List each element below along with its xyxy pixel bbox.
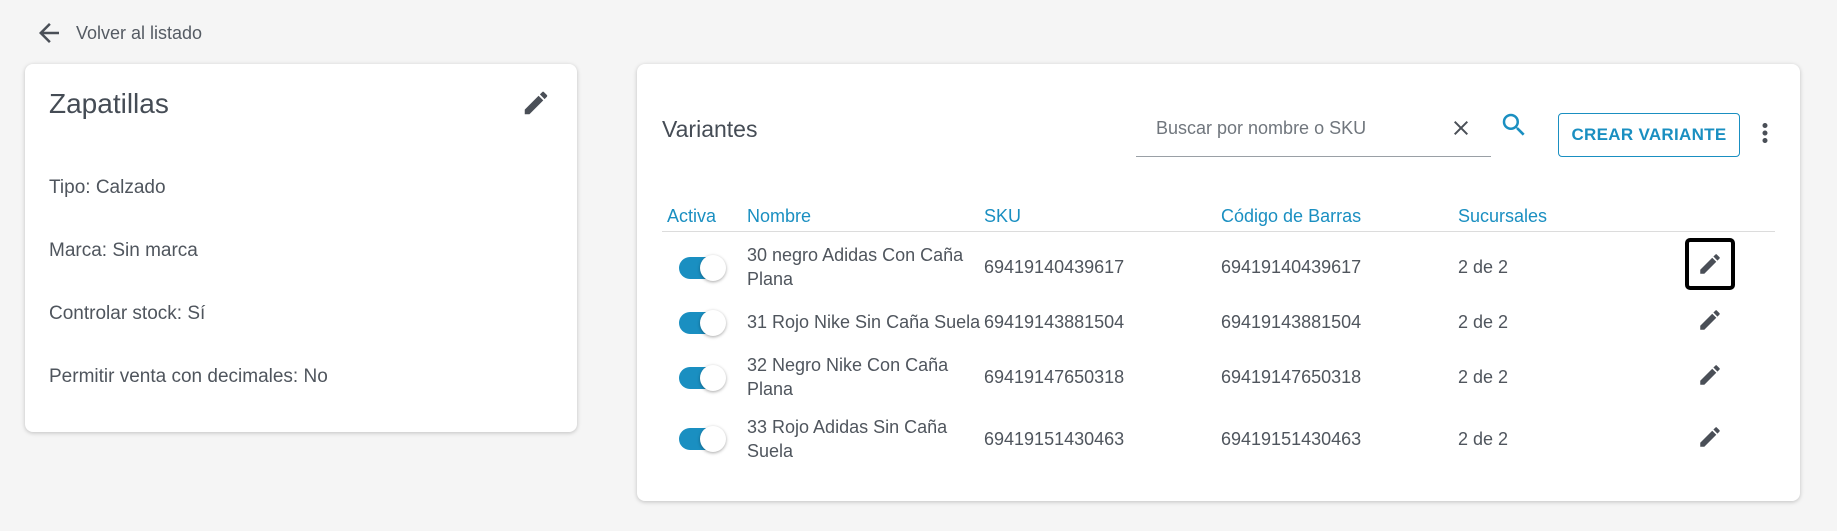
column-header-name[interactable]: Nombre — [747, 206, 811, 227]
product-decimal-sale: Permitir venta con decimales: No — [49, 366, 328, 387]
edit-product-button[interactable] — [521, 88, 551, 118]
variant-sku: 69419147650318 — [984, 367, 1125, 387]
search-button[interactable] — [1499, 110, 1529, 140]
back-to-list-link[interactable]: Volver al listado — [34, 18, 202, 48]
variant-name: 32 Negro Nike Con Caña Plana — [747, 355, 949, 399]
variant-barcode: 69419143881504 — [1221, 312, 1362, 332]
pencil-icon — [1700, 365, 1720, 385]
variants-card: Variantes CREAR VARIANTE Activa Nombre S… — [637, 64, 1800, 501]
pencil-icon — [1700, 427, 1720, 447]
variant-barcode: 69419140439617 — [1221, 257, 1362, 277]
table-header-divider — [662, 231, 1775, 232]
column-header-active[interactable]: Activa — [667, 206, 716, 227]
search-icon — [1502, 113, 1525, 136]
variant-name: 33 Rojo Adidas Sin Caña Suela — [747, 417, 948, 461]
edit-variant-button[interactable] — [1695, 360, 1725, 390]
pencil-icon — [1700, 254, 1720, 274]
search-input[interactable] — [1156, 115, 1436, 141]
variant-barcode: 69419151430463 — [1221, 429, 1362, 449]
clear-search-button[interactable] — [1449, 116, 1473, 140]
search-field — [1136, 105, 1491, 157]
variant-branches: 2 de 2 — [1458, 312, 1509, 332]
variant-barcode: 69419147650318 — [1221, 367, 1362, 387]
product-card: Zapatillas Tipo: Calzado Marca: Sin marc… — [25, 64, 577, 432]
product-stock-control: Controlar stock: Sí — [49, 303, 206, 324]
variant-branches: 2 de 2 — [1458, 257, 1509, 277]
more-vertical-icon — [1762, 123, 1768, 143]
more-options-button[interactable] — [1750, 118, 1780, 148]
product-brand: Marca: Sin marca — [49, 240, 198, 261]
column-header-barcode[interactable]: Código de Barras — [1221, 206, 1361, 227]
variant-sku: 69419151430463 — [984, 429, 1125, 449]
arrow-left-icon — [39, 23, 59, 43]
edit-variant-button[interactable] — [1695, 305, 1725, 335]
variants-title: Variantes — [662, 116, 758, 142]
close-icon — [1454, 121, 1468, 135]
column-header-sku[interactable]: SKU — [984, 206, 1021, 227]
variant-sku: 69419143881504 — [984, 312, 1125, 332]
create-variant-button[interactable]: CREAR VARIANTE — [1558, 113, 1740, 157]
variant-name: 31 Rojo Nike Sin Caña Suela — [747, 312, 981, 332]
active-toggle[interactable] — [679, 365, 726, 391]
active-toggle[interactable] — [679, 255, 726, 281]
variant-branches: 2 de 2 — [1458, 429, 1509, 449]
product-type: Tipo: Calzado — [49, 177, 166, 198]
active-toggle[interactable] — [679, 310, 726, 336]
pencil-icon — [1700, 310, 1720, 330]
variant-sku: 69419140439617 — [984, 257, 1125, 277]
active-toggle[interactable] — [679, 426, 726, 452]
column-header-branches[interactable]: Sucursales — [1458, 206, 1547, 227]
product-title: Zapatillas — [49, 88, 169, 119]
variant-branches: 2 de 2 — [1458, 367, 1509, 387]
back-link-label: Volver al listado — [76, 22, 203, 43]
variant-name: 30 negro Adidas Con Caña Plana — [747, 245, 964, 289]
edit-variant-button[interactable] — [1695, 422, 1725, 452]
edit-variant-button[interactable] — [1685, 238, 1735, 290]
pencil-icon — [524, 91, 548, 115]
